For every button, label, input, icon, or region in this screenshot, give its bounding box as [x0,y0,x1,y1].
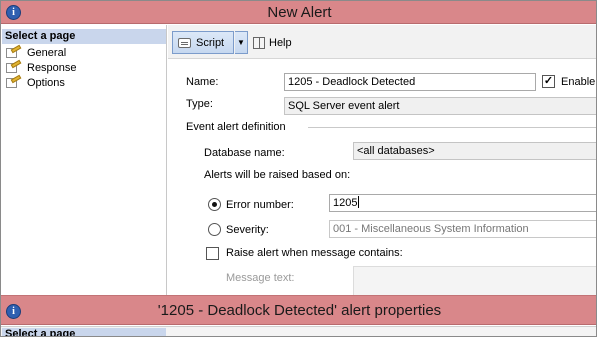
general-page-content: Name: 1205 - Deadlock Detected ✓ Enable … [168,60,596,296]
toolbar: Script ▼ Help [168,25,596,59]
text-caret [358,196,360,208]
type-select[interactable]: SQL Server event alert [284,97,596,115]
raised-based-on-label: Alerts will be raised based on: [204,169,351,181]
severity-select[interactable]: 001 - Miscellaneous System Information [329,220,596,238]
help-book-icon [252,36,266,50]
dialog-title-bar[interactable]: i New Alert [1,1,596,24]
script-button[interactable]: Script [172,31,234,54]
type-label: Type: [186,98,213,110]
message-text-label: Message text: [226,272,295,284]
page-wand-icon [5,59,23,74]
page-item-label: Options [27,76,65,89]
script-icon [177,36,193,50]
raise-message-label: Raise alert when message contains: [226,247,403,259]
page-item-label: Response [27,61,77,74]
page-item-general[interactable]: General [5,44,67,60]
second-window-title: '1205 - Deadlock Detected' alert propert… [157,302,442,319]
enable-label: Enable [561,76,596,88]
database-label: Database name: [204,147,285,159]
enable-checkbox[interactable]: ✓ [542,75,555,88]
page-wand-icon [5,74,23,89]
script-dropdown-button[interactable]: ▼ [235,31,248,54]
dialog-title: New Alert [267,4,332,21]
screenshot-frame: i New Alert Select a page General Respon… [0,0,597,337]
page-wand-icon [5,44,23,59]
event-section-label: Event alert definition [186,121,286,133]
select-page-pane: Select a page General Response Options [1,25,167,295]
message-text-input[interactable] [353,266,596,296]
select-page-header: Select a page [2,29,166,44]
checkmark-icon: ✓ [543,75,554,87]
help-button-label: Help [269,36,292,49]
page-item-label: General [27,46,67,59]
error-number-radio[interactable] [208,198,221,211]
second-window-title-bar[interactable]: i '1205 - Deadlock Detected' alert prope… [1,295,596,325]
database-select[interactable]: <all databases> [353,142,596,160]
name-field[interactable]: 1205 - Deadlock Detected [284,73,536,91]
error-number-input[interactable]: 1205 [329,194,596,212]
severity-radio[interactable] [208,223,221,236]
page-item-response[interactable]: Response [5,59,77,75]
error-number-label: Error number: [226,199,294,211]
severity-label: Severity: [226,224,269,236]
second-select-page-header: Select a page [2,328,166,336]
error-number-value: 1205 [333,197,358,209]
name-label: Name: [186,76,219,88]
script-button-label: Script [196,36,225,49]
raise-message-checkbox[interactable] [206,247,219,260]
second-window-body: Select a page [1,326,596,336]
help-button[interactable]: Help [252,31,292,54]
section-divider [308,127,596,128]
chevron-down-icon: ▼ [237,38,245,47]
page-item-options[interactable]: Options [5,74,65,90]
